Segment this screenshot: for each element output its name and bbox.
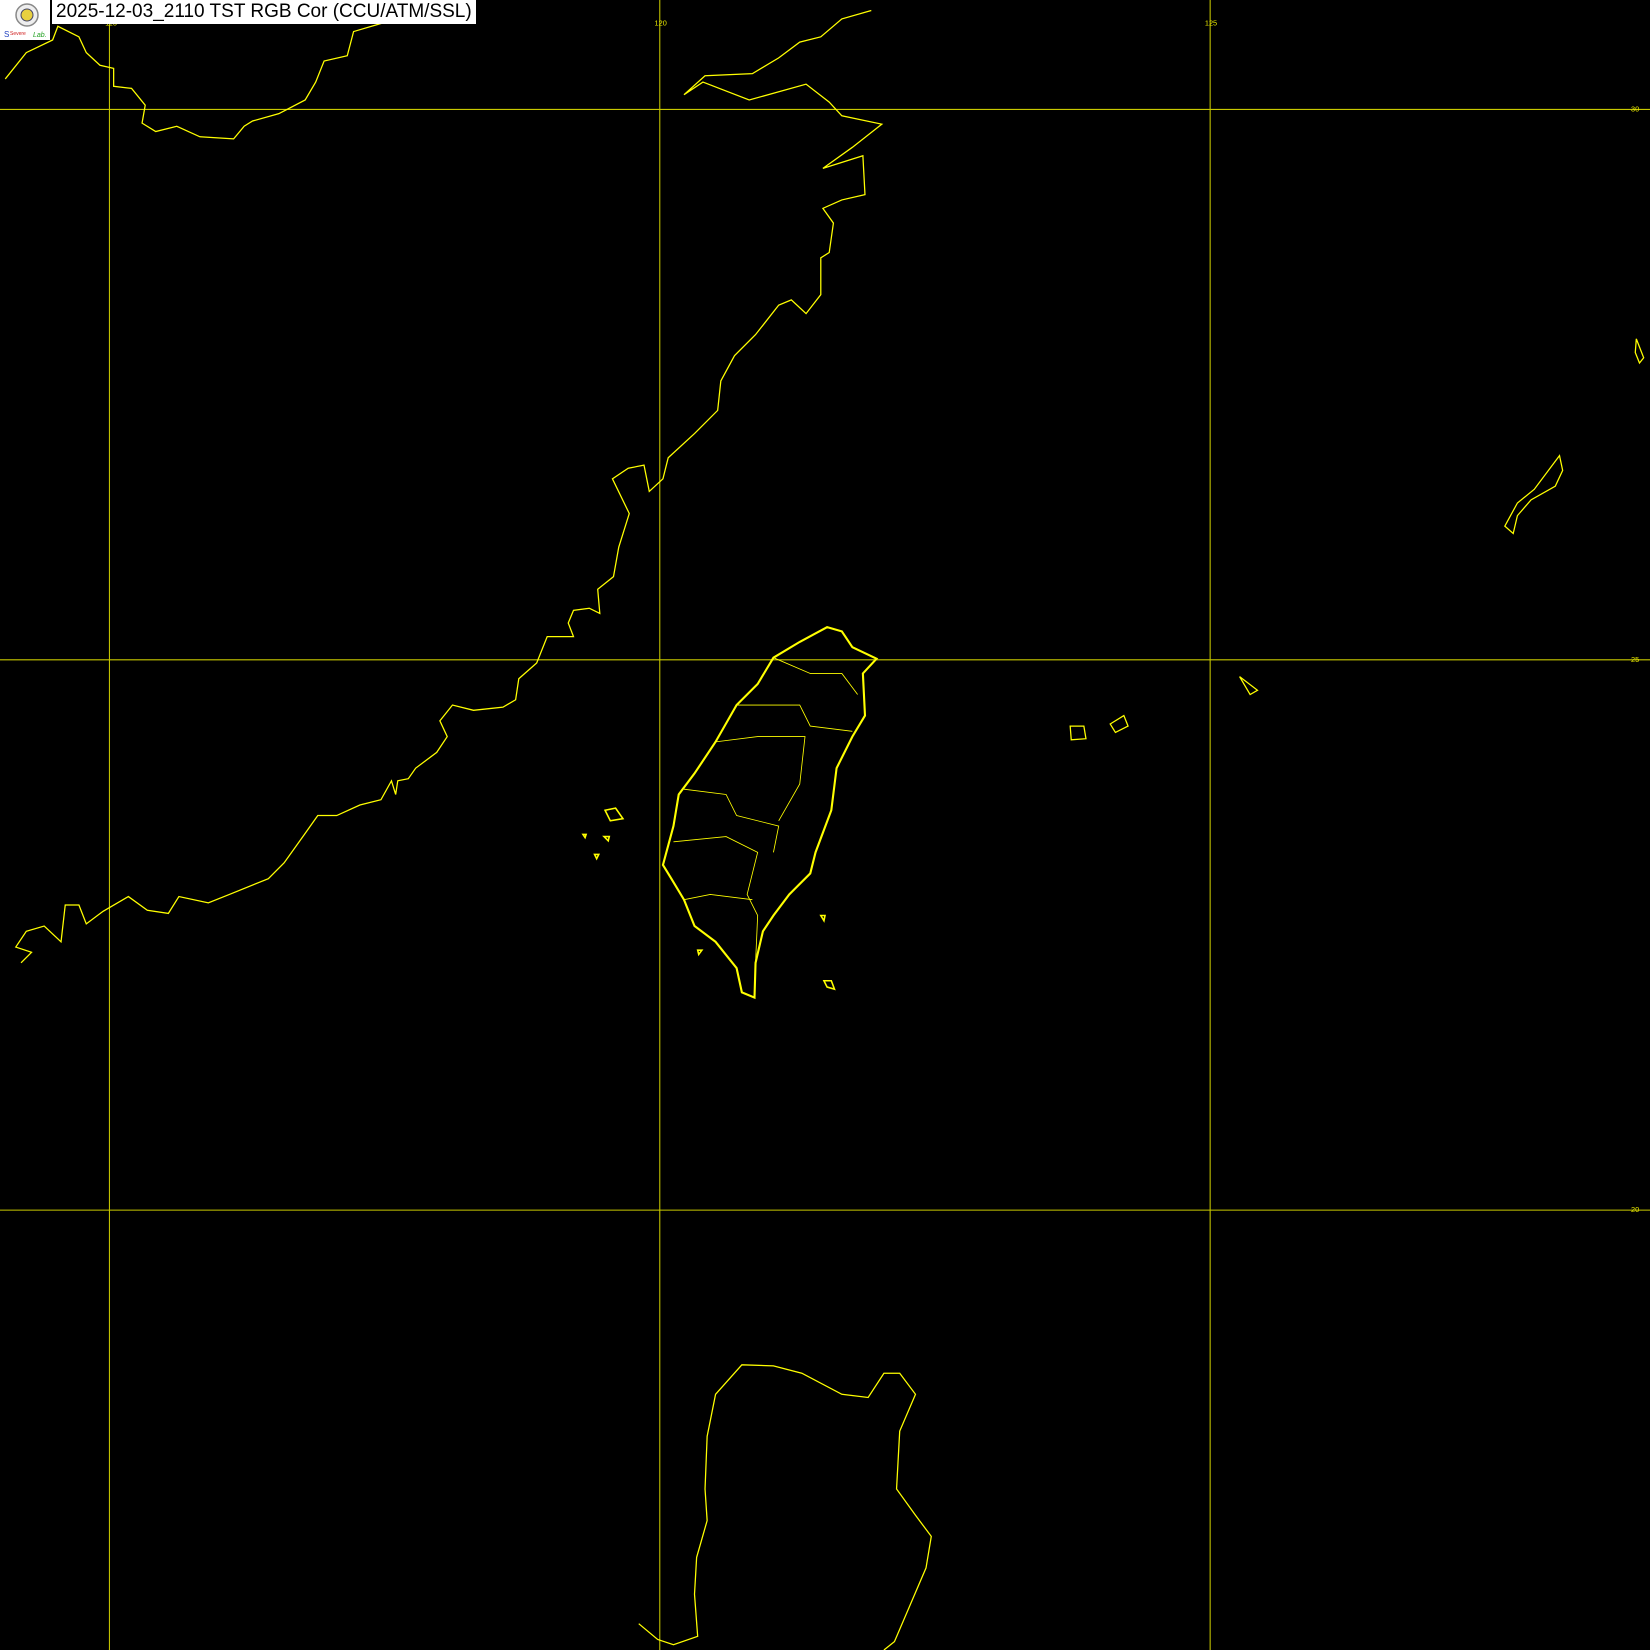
island-miyako: [1109, 714, 1129, 734]
lat-label-25: 25: [1631, 655, 1639, 664]
coast-taiwan: [661, 626, 879, 1000]
lon-label-125: 125: [1205, 18, 1217, 27]
lab-logo: S Severe Lab.: [0, 0, 50, 40]
image-title: 2025-12-03_2110 TST RGB Cor (CCU/ATM/SSL…: [52, 0, 476, 24]
coastlines: [4, 9, 1645, 1650]
lon-label-120: 120: [655, 18, 667, 27]
coast-china-top: [14, 9, 884, 964]
svg-text:Severe: Severe: [10, 31, 26, 37]
island-okinawa: [1503, 454, 1564, 535]
map-canvas: 115 120 125 30 25 20: [0, 0, 1650, 1650]
coast-china-north: [4, 20, 390, 140]
islands-penghu: [581, 807, 836, 991]
svg-text:S: S: [4, 30, 9, 39]
title-bar: S Severe Lab. 2025-12-03_2110 TST RGB Co…: [0, 0, 476, 40]
island-yonaguni-east: [1239, 676, 1259, 696]
taiwan-county-borders: [673, 657, 858, 963]
island-amami: [1634, 338, 1645, 365]
svg-text:Lab.: Lab.: [33, 32, 47, 39]
lat-label-20: 20: [1631, 1205, 1639, 1214]
emblem-icon: S Severe Lab.: [4, 3, 47, 39]
lat-label-30: 30: [1631, 105, 1639, 114]
coast-luzon: [638, 1364, 932, 1650]
island-ishigaki: [1069, 725, 1087, 741]
satellite-map: 115 120 125 30 25 20: [0, 0, 1650, 1650]
